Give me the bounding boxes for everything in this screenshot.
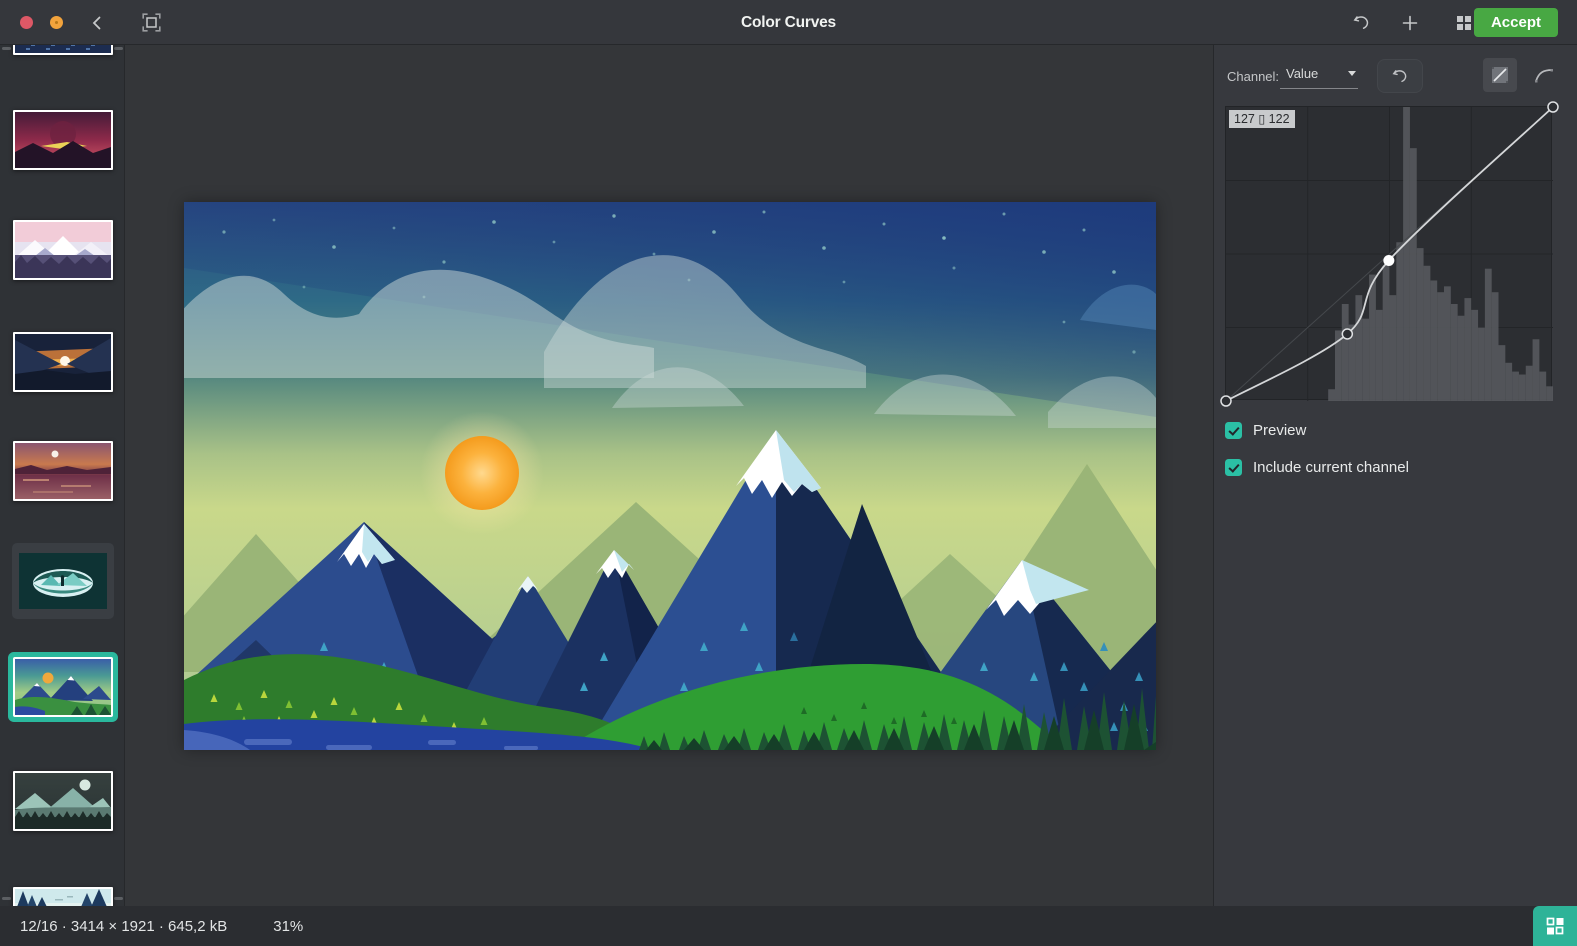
linear-curve-icon [1492,67,1508,83]
editor-canvas [126,45,1213,906]
histogram-bar [1539,371,1547,401]
histogram-bar [1546,386,1553,401]
histogram-bar [1478,327,1485,401]
thumbnail-green-mountains[interactable] [13,657,113,717]
minimize-button[interactable] [50,16,63,29]
histogram-bar [1444,286,1451,401]
crop-button[interactable] [134,0,168,45]
chevron-down-icon [1348,71,1356,76]
histogram-bar [1328,389,1335,401]
histogram-bar [1471,309,1479,401]
thumbnail-winter-trees[interactable] [13,887,113,906]
header-bar: Color Curves Accept [0,0,1577,45]
add-button[interactable] [1393,0,1427,45]
curve-type-smooth-button[interactable] [1527,58,1561,92]
thumbnail-sunset-valley[interactable] [13,332,113,392]
histogram-bar [1518,374,1526,401]
app-window: Color Curves Accept Channel: Value 127 ▯… [0,0,1577,946]
back-button[interactable] [80,0,114,45]
back-icon [92,16,101,29]
scroll-indicator [114,897,123,900]
scroll-indicator [2,47,11,50]
gallery-icon [1457,15,1471,30]
histogram-bar [1416,248,1424,401]
histogram-bar [1450,303,1458,401]
thumbnails-view-button[interactable] [1533,906,1577,946]
thumbnail-sunset-lake[interactable] [13,441,113,501]
add-icon [1402,15,1418,30]
image-info: 12/16 · 3414 × 1921 · 645,2 kB [20,917,228,935]
accept-button[interactable]: Accept [1473,8,1558,37]
curve-reset-button[interactable] [1377,59,1423,93]
histogram-bar [1362,318,1370,401]
edited-image [183,201,1156,750]
undo-icon [1353,16,1369,29]
histogram-bar [1512,371,1519,401]
close-button[interactable] [20,16,33,29]
smooth-curve-icon [1535,69,1553,83]
curve-point[interactable] [1547,101,1559,113]
histogram-bar [1375,309,1383,401]
histogram-bar [1423,265,1431,401]
curve-type-linear-button[interactable] [1483,58,1517,92]
histogram-bar [1409,148,1417,401]
histogram-bar [1437,292,1444,401]
status-bar: 12/16 · 3414 × 1921 · 645,2 kB 31% [0,906,1577,946]
curve-tooltip: 127 ▯ 122 [1229,110,1295,128]
channel-label: Channel: [1227,69,1280,84]
thumbnail-pink-mountains[interactable] [13,220,113,280]
histogram-bar [1457,315,1465,401]
histogram-bar [1505,362,1513,401]
histogram-bar [1403,107,1410,401]
channel-select-value: Value [1286,66,1319,81]
histogram-bar [1498,345,1506,401]
histogram-bar [1396,242,1404,401]
histogram-bar [1341,303,1349,401]
histogram-bar [1464,298,1472,401]
grid-view-icon [1546,917,1564,935]
thumbnail-crimson-sunset[interactable] [13,110,113,170]
histogram-bar [1382,265,1390,401]
curves-panel: Channel: Value 127 ▯ 122 Preview Include… [1213,45,1577,906]
channel-select[interactable]: Value [1280,63,1358,89]
histogram-bar [1484,268,1492,401]
curve-plot[interactable]: 127 ▯ 122 [1220,101,1559,407]
histogram-bar [1355,295,1363,401]
histogram-bar [1532,339,1540,401]
curve-point-selected[interactable] [1383,254,1395,266]
thumbnail-night-stars[interactable] [13,45,113,55]
checkbox-preview[interactable]: Preview [1225,422,1306,439]
thumbnail-night-mountains[interactable] [13,771,113,831]
undo-button[interactable] [1345,0,1379,45]
checkbox-include-current-channel[interactable]: Include current channel [1225,459,1409,476]
checkbox-checked-icon [1225,422,1242,439]
thumbnail-strip [0,45,125,906]
histogram-bar [1389,295,1397,401]
crop-icon [141,13,161,32]
page-title: Color Curves [741,13,836,31]
curve-point[interactable] [1341,328,1354,340]
curve-point[interactable] [1220,395,1232,407]
zoom-level: 31% [273,917,304,935]
thumbnail-cave-view[interactable] [12,543,114,619]
histogram-bar [1369,274,1376,401]
checkbox-checked-icon [1225,459,1242,476]
scroll-indicator [2,897,11,900]
scroll-indicator [114,47,123,50]
histogram-bar [1430,280,1438,401]
histogram-bar [1491,292,1499,401]
histogram-bar [1525,365,1533,401]
undo-icon [1392,70,1406,83]
